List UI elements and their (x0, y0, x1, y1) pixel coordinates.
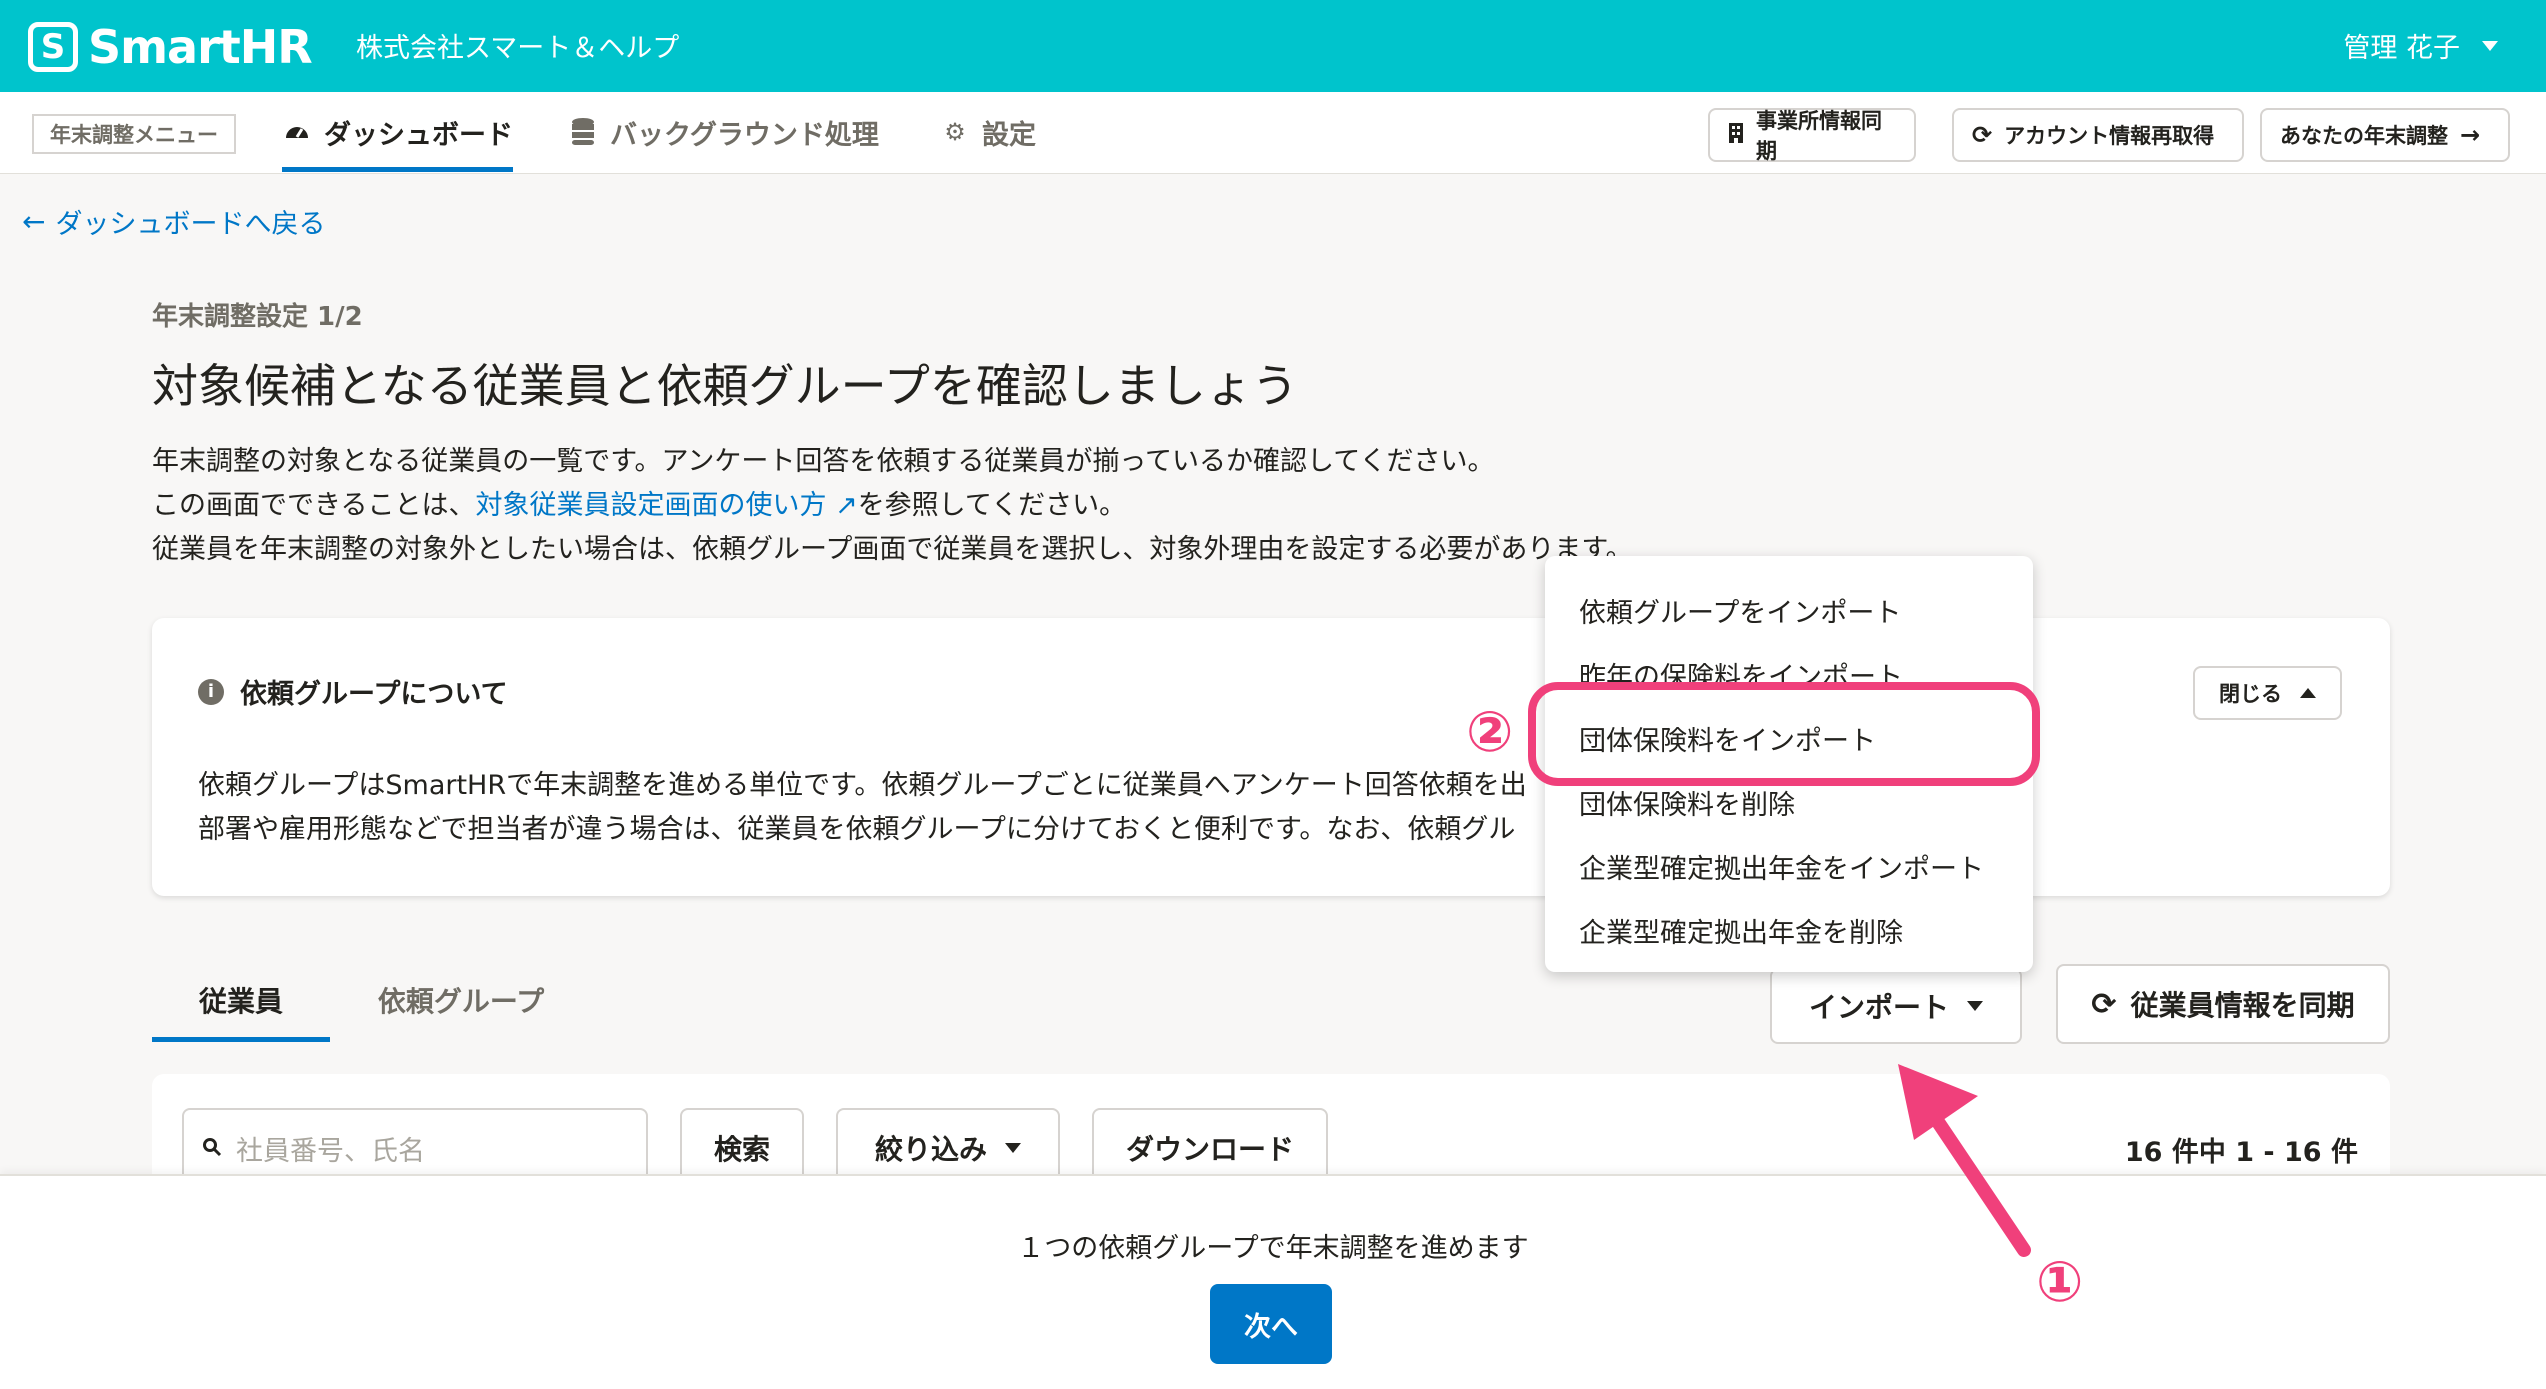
annotation-arrow-icon (1898, 1064, 2031, 1257)
annotation-badge-1: ① (2036, 1250, 2084, 1315)
